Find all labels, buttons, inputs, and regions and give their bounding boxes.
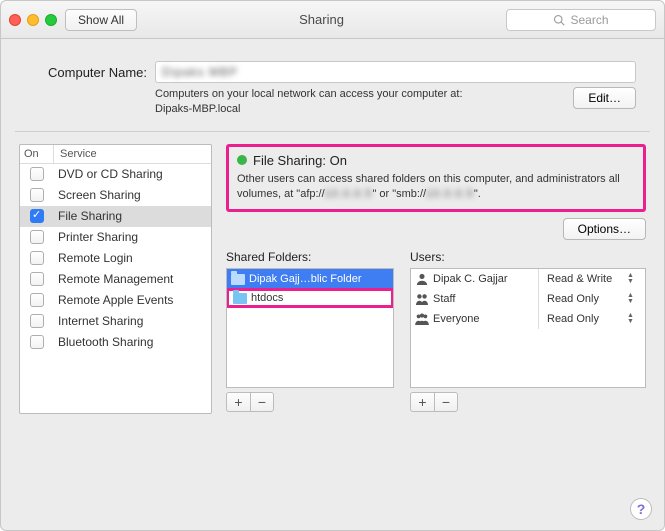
sharing-prefs-window: Show All Sharing Search Computer Name: D… — [0, 0, 665, 531]
folder-name: Dipak Gajj…blic Folder — [249, 273, 361, 285]
service-dvd-sharing[interactable]: DVD or CD Sharing — [20, 164, 211, 185]
service-label: DVD or CD Sharing — [54, 167, 211, 181]
minimize-icon[interactable] — [27, 14, 39, 26]
user-permission[interactable]: Read & Write▲▼ — [547, 273, 641, 285]
right-panel: File Sharing: On Other users can access … — [226, 144, 646, 414]
services-header: On Service — [20, 145, 211, 164]
users-addremove: + − — [410, 392, 646, 412]
separator — [15, 131, 650, 132]
user-row[interactable]: Everyone Read Only▲▼ — [411, 309, 645, 329]
show-all-button[interactable]: Show All — [65, 9, 137, 31]
service-label: File Sharing — [54, 209, 211, 223]
service-label: Screen Sharing — [54, 188, 211, 202]
window-title: Sharing — [137, 12, 506, 27]
status-title: File Sharing: On — [253, 153, 347, 168]
search-placeholder: Search — [570, 13, 608, 27]
stepper-icon[interactable]: ▲▼ — [627, 313, 639, 325]
service-checkbox[interactable] — [30, 251, 44, 265]
remove-folder-button[interactable]: − — [250, 392, 274, 412]
service-file-sharing[interactable]: File Sharing — [20, 206, 211, 227]
services-list: On Service DVD or CD Sharing Screen Shar… — [19, 144, 212, 414]
computer-name-hint: Computers on your local network can acce… — [155, 87, 636, 117]
user-row[interactable]: Dipak C. Gajjar Read & Write▲▼ — [411, 269, 645, 289]
computer-name-row: Computer Name: Dipaks MBP — [29, 61, 636, 83]
add-user-button[interactable]: + — [410, 392, 434, 412]
search-icon — [553, 14, 565, 26]
status-description: Other users can access shared folders on… — [237, 172, 635, 202]
options-row: Options… — [226, 218, 646, 240]
user-permission[interactable]: Read Only▲▼ — [547, 313, 641, 325]
folder-icon — [231, 274, 245, 285]
stepper-icon[interactable]: ▲▼ — [627, 293, 639, 305]
service-checkbox[interactable] — [30, 209, 44, 223]
status-dot-icon — [237, 155, 247, 165]
close-icon[interactable] — [9, 14, 21, 26]
window-controls — [9, 14, 57, 26]
shared-folders-list[interactable]: Dipak Gajj…blic Folder htdocs — [226, 268, 394, 388]
service-label: Bluetooth Sharing — [54, 335, 211, 349]
service-printer-sharing[interactable]: Printer Sharing — [20, 227, 211, 248]
titlebar: Show All Sharing Search — [1, 1, 664, 39]
service-checkbox[interactable] — [30, 167, 44, 181]
service-remote-login[interactable]: Remote Login — [20, 248, 211, 269]
search-input[interactable]: Search — [506, 9, 656, 31]
options-button[interactable]: Options… — [563, 218, 646, 240]
service-screen-sharing[interactable]: Screen Sharing — [20, 185, 211, 206]
remove-user-button[interactable]: − — [434, 392, 458, 412]
users-list[interactable]: Dipak C. Gajjar Read & Write▲▼ Staff Rea… — [410, 268, 646, 388]
service-label: Remote Login — [54, 251, 211, 265]
hint-text: Computers on your local network can acce… — [155, 87, 557, 117]
shared-folders-column: Shared Folders: Dipak Gajj…blic Folder h… — [226, 250, 394, 412]
user-name: Everyone — [433, 313, 530, 325]
user-permission[interactable]: Read Only▲▼ — [547, 293, 641, 305]
stepper-icon[interactable]: ▲▼ — [627, 273, 639, 285]
service-label: Remote Management — [54, 272, 211, 286]
computer-name-input[interactable]: Dipaks MBP — [155, 61, 636, 83]
service-checkbox[interactable] — [30, 272, 44, 286]
status-box: File Sharing: On Other users can access … — [226, 144, 646, 213]
edit-button[interactable]: Edit… — [573, 87, 636, 109]
users-group-icon — [415, 313, 429, 325]
service-checkbox[interactable] — [30, 293, 44, 307]
service-label: Remote Apple Events — [54, 293, 211, 307]
service-checkbox[interactable] — [30, 188, 44, 202]
lower-area: Shared Folders: Dipak Gajj…blic Folder h… — [226, 250, 646, 412]
shared-folders-label: Shared Folders: — [226, 250, 394, 264]
user-name: Dipak C. Gajjar — [433, 273, 530, 285]
add-folder-button[interactable]: + — [226, 392, 250, 412]
user-row[interactable]: Staff Read Only▲▼ — [411, 289, 645, 309]
service-remote-management[interactable]: Remote Management — [20, 269, 211, 290]
services-header-on: On — [20, 145, 54, 163]
service-label: Internet Sharing — [54, 314, 211, 328]
computer-name-value: Dipaks MBP — [162, 65, 238, 79]
main-area: On Service DVD or CD Sharing Screen Shar… — [15, 144, 650, 414]
help-button[interactable]: ? — [630, 498, 652, 520]
users-column: Users: Dipak C. Gajjar Read & Write▲▼ St… — [410, 250, 646, 412]
shared-folder-public[interactable]: Dipak Gajj…blic Folder — [227, 269, 393, 289]
service-checkbox[interactable] — [30, 314, 44, 328]
users-pair-icon — [415, 293, 429, 305]
services-header-service: Service — [54, 145, 211, 163]
user-name: Staff — [433, 293, 530, 305]
user-icon — [415, 273, 429, 285]
folder-name: htdocs — [251, 292, 283, 304]
users-label: Users: — [410, 250, 646, 264]
service-checkbox[interactable] — [30, 230, 44, 244]
status-line: File Sharing: On — [237, 153, 635, 168]
service-checkbox[interactable] — [30, 335, 44, 349]
service-bluetooth-sharing[interactable]: Bluetooth Sharing — [20, 332, 211, 353]
service-internet-sharing[interactable]: Internet Sharing — [20, 311, 211, 332]
zoom-icon[interactable] — [45, 14, 57, 26]
service-label: Printer Sharing — [54, 230, 211, 244]
shared-folder-htdocs[interactable]: htdocs — [226, 288, 394, 308]
content-area: Computer Name: Dipaks MBP Computers on y… — [1, 39, 664, 424]
service-remote-apple-events[interactable]: Remote Apple Events — [20, 290, 211, 311]
computer-name-label: Computer Name: — [29, 65, 147, 80]
folder-icon — [233, 293, 247, 304]
shared-folders-addremove: + − — [226, 392, 394, 412]
